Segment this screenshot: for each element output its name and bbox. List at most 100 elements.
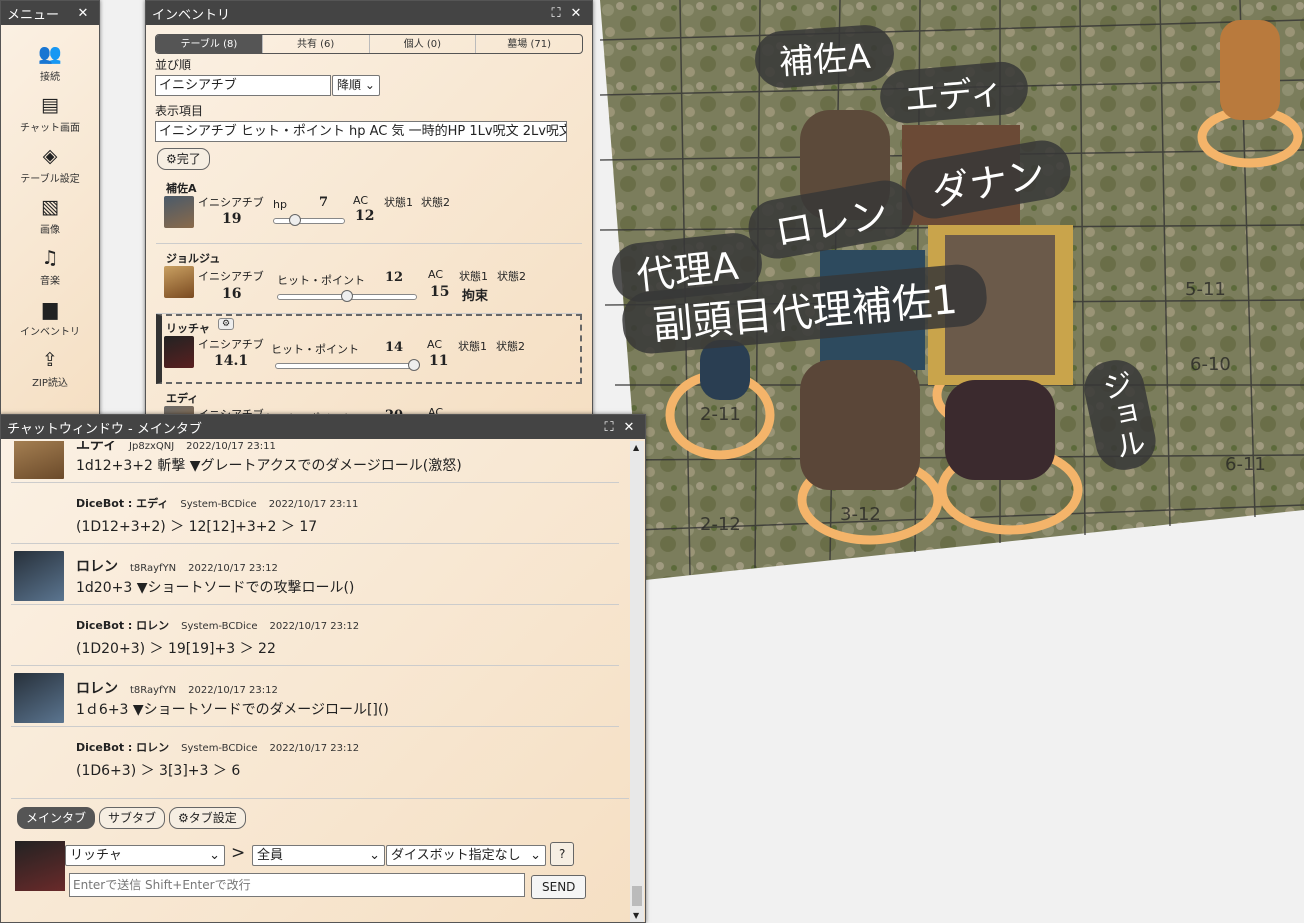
card-name: 補佐A — [166, 182, 197, 195]
display-label: 表示項目 — [155, 104, 204, 118]
message-sender: DiceBot : ロレン System-BCDice 2022/10/17 23:… — [76, 739, 359, 755]
hp-slider-knob[interactable] — [341, 290, 353, 302]
tab-personal[interactable]: 個人 (0) — [370, 35, 477, 53]
hp-slider[interactable] — [277, 290, 417, 302]
avatar — [14, 673, 64, 723]
card-status-value: 拘束 — [462, 289, 489, 304]
hp-slider-knob[interactable] — [408, 359, 420, 371]
menu-item-zip[interactable]: ⇪ ZIP読込 — [1, 343, 99, 394]
sender-name: DiceBot : ロレン — [76, 619, 170, 632]
scrollbar-thumb[interactable] — [632, 886, 642, 906]
card-init-value: 19 — [222, 211, 242, 227]
message-sender: DiceBot : エディ System-BCDice 2022/10/17 23:… — [76, 495, 358, 511]
tab-settings-label: タブ設定 — [188, 811, 237, 825]
menu-item-label: 接続 — [40, 71, 60, 83]
tab-settings[interactable]: ⚙タブ設定 — [169, 807, 246, 829]
sort-order-value: 降順 — [337, 78, 362, 92]
svg-text:6-10: 6-10 — [1190, 354, 1231, 375]
help-button[interactable]: ? — [550, 842, 575, 866]
done-button[interactable]: ⚙完了 — [157, 148, 210, 170]
target-select[interactable]: 全員 ⌄ — [252, 845, 385, 866]
message-time: 2022/10/17 23:11 — [186, 441, 276, 452]
tab-graveyard[interactable]: 墓場 (71) — [476, 35, 582, 53]
inventory-panel: インベントリ ⛶ ✕ テーブル (8) 共有 (6) 個人 (0) 墓場 (71… — [145, 0, 593, 420]
gear-icon[interactable]: ⚙ — [218, 318, 235, 330]
sender-name: エディ — [76, 441, 118, 453]
message-text: (1D6+3) ＞ 3[3]+3 ＞ 6 — [76, 763, 241, 779]
dicebot-select[interactable]: ダイスボット指定なし ⌄ — [386, 845, 546, 866]
chat-message: エディ Jp8zxQNJ 2022/10/17 23:11 1d12+3+2 斬撃 … — [11, 441, 619, 483]
card-status2-label: 状態2 — [496, 340, 525, 353]
sender-name: ロレン — [76, 681, 118, 697]
inventory-card-list: 補佐A イニシアチブ 19 hp 7 AC 12 状態1 状態2 ジョルジュ イ… — [146, 174, 592, 419]
card-ac-value: 12 — [355, 208, 375, 224]
message-text: 1ｄ6+3 ▼ショートソードでのダメージロール[]() — [76, 702, 389, 718]
menu-item-chat[interactable]: ▤ チャット画面 — [1, 88, 99, 139]
layers-icon: ◈ — [42, 144, 58, 167]
tab-main[interactable]: メインタブ — [17, 807, 96, 829]
message-time: 2022/10/17 23:12 — [269, 743, 360, 754]
sort-label: 並び順 — [155, 58, 192, 72]
menu-item-table-settings[interactable]: ◈ テーブル設定 — [1, 139, 99, 190]
message-sender: ロレン t8RayfYN 2022/10/17 23:12 — [76, 556, 278, 576]
message-sender: ロレン t8RayfYN 2022/10/17 23:12 — [76, 678, 278, 698]
avatar — [14, 441, 64, 479]
message-time: 2022/10/17 23:12 — [188, 563, 278, 574]
menu-item-label: 画像 — [40, 224, 60, 236]
chat-titlebar[interactable]: チャットウィンドウ - メインタブ ⛶ ✕ — [1, 415, 645, 439]
close-icon[interactable]: ✕ — [619, 420, 639, 435]
hp-slider[interactable] — [275, 359, 420, 371]
inventory-title: インベントリ — [152, 7, 231, 23]
chat-message-list[interactable]: エディ Jp8zxQNJ 2022/10/17 23:11 1d12+3+2 斬撃 … — [1, 441, 629, 797]
sender-select[interactable]: リッチャ ⌄ — [65, 845, 225, 866]
tab-sub[interactable]: サブタブ — [99, 807, 166, 829]
tab-shared[interactable]: 共有 (6) — [263, 35, 370, 53]
message-text: 1d20+3 ▼ショートソードでの攻撃ロール() — [76, 580, 355, 596]
maximize-icon[interactable]: ⛶ — [599, 420, 619, 435]
menu-titlebar[interactable]: メニュー ✕ — [1, 1, 99, 25]
card-init-label: イニシアチブ — [198, 196, 264, 209]
image-icon: ▧ — [41, 195, 59, 218]
chat-message: DiceBot : エディ System-BCDice 2022/10/17 23:… — [11, 483, 619, 544]
menu-item-label: チャット画面 — [20, 122, 80, 134]
tab-table[interactable]: テーブル (8) — [156, 35, 263, 53]
maximize-icon[interactable]: ⛶ — [546, 6, 566, 21]
scroll-down-icon[interactable]: ▼ — [633, 911, 639, 920]
sort-order-select[interactable]: 降順 ⌄ — [332, 75, 380, 96]
music-icon: ♫ — [41, 246, 59, 269]
send-button[interactable]: SEND — [531, 875, 587, 899]
card-ac-value: 15 — [430, 284, 450, 300]
menu-item-connect[interactable]: 👥 接続 — [1, 37, 99, 88]
scroll-up-icon[interactable]: ▲ — [633, 443, 639, 452]
menu-item-label: インベントリ — [20, 326, 80, 338]
inventory-titlebar[interactable]: インベントリ ⛶ ✕ — [146, 1, 592, 25]
chat-message-input[interactable]: Enterで送信 Shift+Enterで改行 — [69, 873, 525, 897]
inventory-card[interactable]: ジョルジュ イニシアチブ 16 ヒット・ポイント 12 AC 15 状態1 状態… — [156, 244, 582, 314]
chat-message: DiceBot : ロレン System-BCDice 2022/10/17 23:… — [11, 727, 619, 788]
hp-slider-knob[interactable] — [289, 214, 301, 226]
avatar — [15, 841, 65, 891]
menu-item-image[interactable]: ▧ 画像 — [1, 190, 99, 241]
menu-item-music[interactable]: ♫ 音楽 — [1, 241, 99, 292]
message-text: (1D20+3) ＞ 19[19]+3 ＞ 22 — [76, 641, 276, 657]
inventory-card-selected[interactable]: リッチャ ⚙ イニシアチブ 14.1 ヒット・ポイント 14 AC 11 状態1… — [156, 314, 582, 384]
menu-item-label: テーブル設定 — [20, 173, 80, 185]
card-init-value: 16 — [222, 286, 242, 302]
message-sender: エディ Jp8zxQNJ 2022/10/17 23:11 — [76, 441, 276, 454]
menu-item-inventory[interactable]: ▆ インベントリ — [1, 292, 99, 343]
chat-message: DiceBot : ロレン System-BCDice 2022/10/17 23:… — [11, 605, 619, 666]
card-hp-label: hp — [273, 198, 287, 211]
card-name: リッチャ — [166, 322, 210, 335]
chat-scrollbar[interactable]: ▲ ▼ — [630, 441, 644, 922]
chat-message: ロレン t8RayfYN 2022/10/17 23:12 1ｄ6+3 ▼ショートソ… — [11, 666, 619, 727]
hp-slider[interactable] — [273, 214, 345, 226]
close-icon[interactable]: ✕ — [73, 6, 93, 21]
menu-panel: メニュー ✕ 👥 接続 ▤ チャット画面 ◈ テーブル設定 ▧ 画像 ♫ 音楽 ▆ インベン… — [0, 0, 100, 420]
inventory-card[interactable]: 補佐A イニシアチブ 19 hp 7 AC 12 状態1 状態2 — [156, 174, 582, 244]
close-icon[interactable]: ✕ — [566, 6, 586, 21]
card-init-value: 14.1 — [214, 353, 249, 369]
chevron-down-icon: ⌄ — [530, 848, 541, 863]
display-items-input[interactable]: イニシアチブ ヒット・ポイント hp AC 気 一時的HP 1Lv呪文 2Lv呪… — [155, 121, 567, 142]
sender-id: t8RayfYN — [130, 685, 177, 696]
sort-field-input[interactable]: イニシアチブ — [155, 75, 331, 96]
